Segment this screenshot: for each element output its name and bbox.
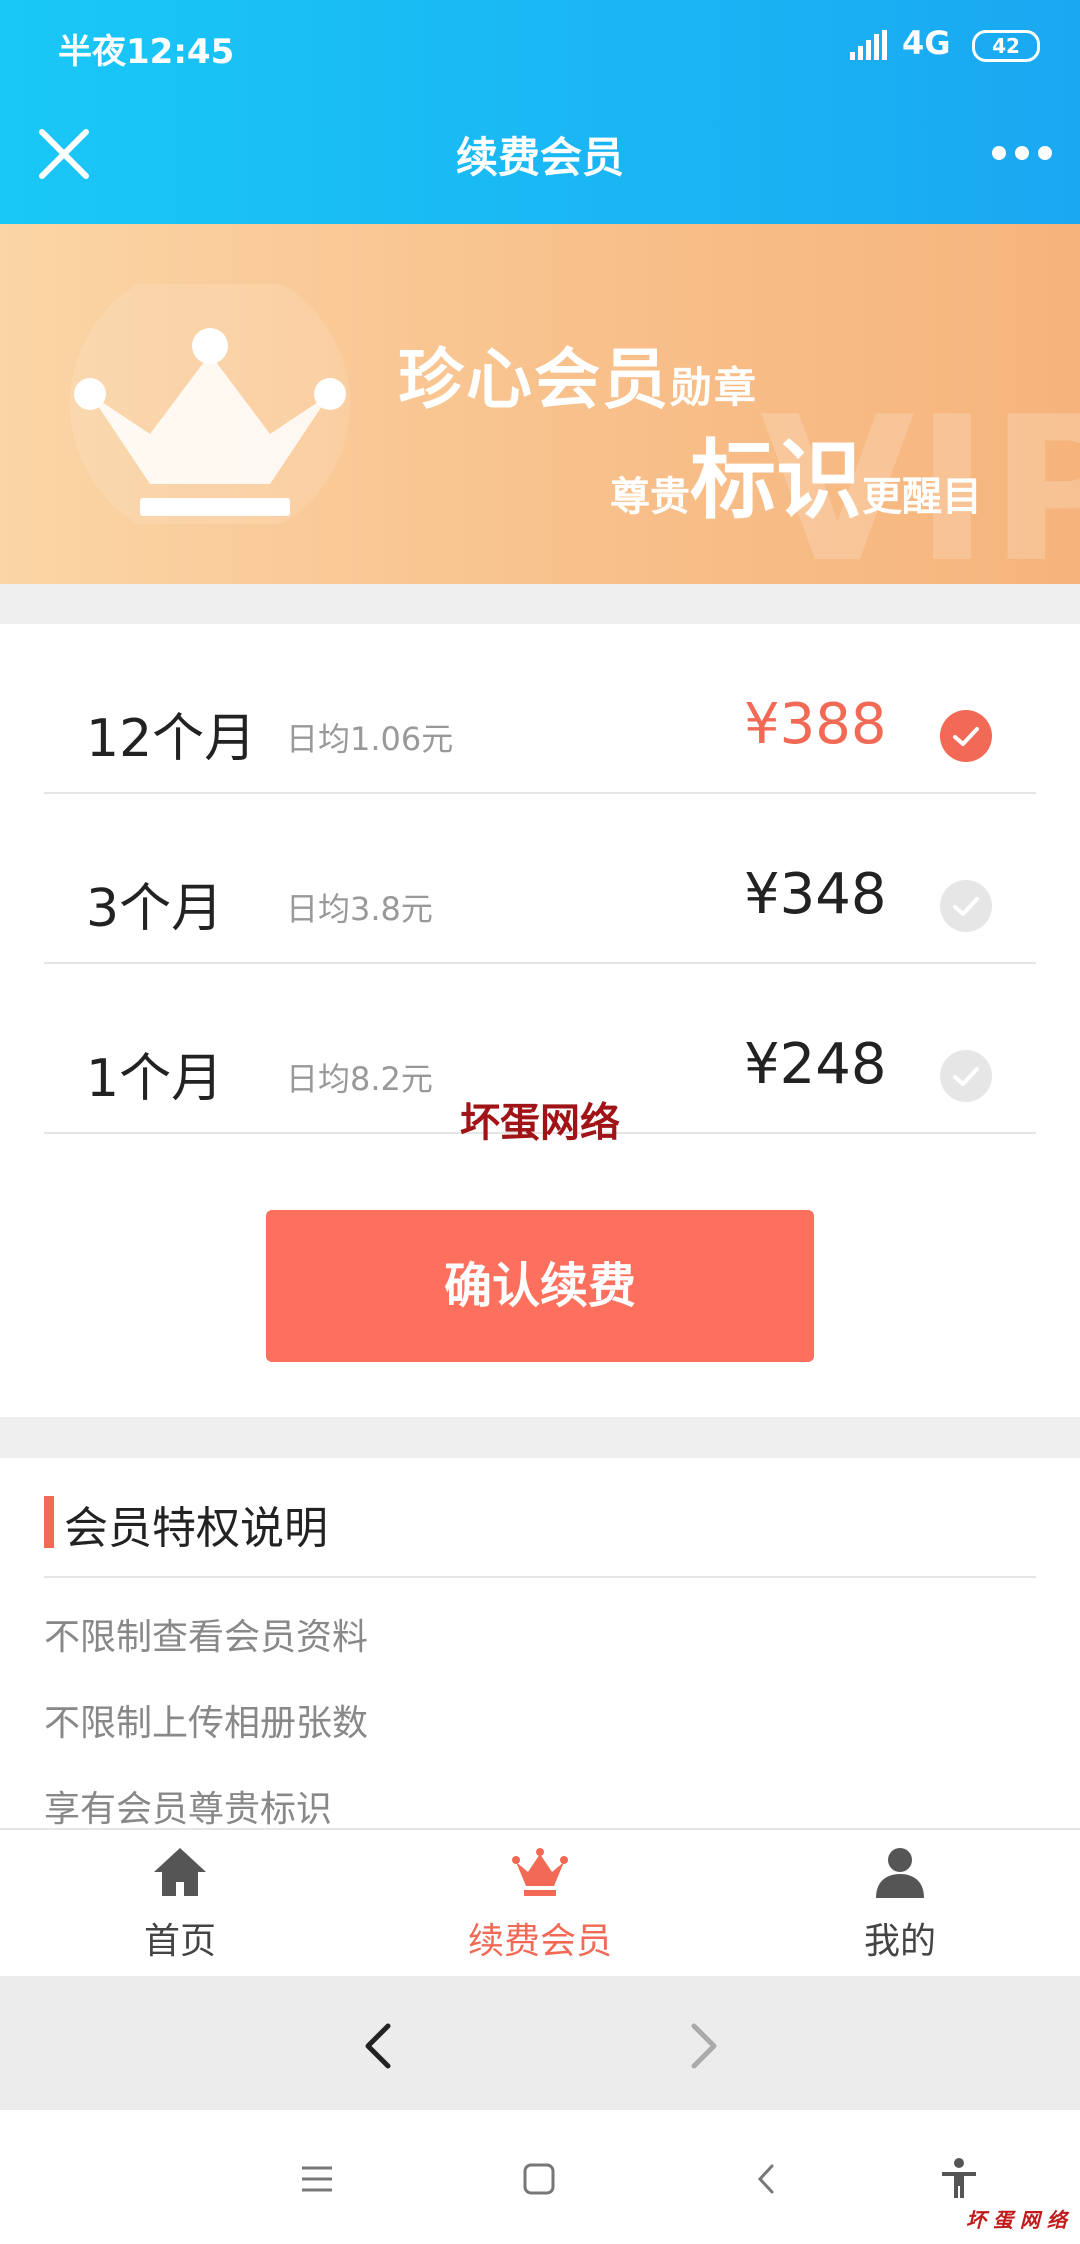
bottom-tab-bar: 首页 续费会员 我的 [0,1828,1080,1976]
home-icon [154,1848,206,1896]
plan-daily-price: 日均1.06元 [286,720,454,758]
banner-line2: 尊贵标识更醒目 [610,410,982,535]
accessibility-icon[interactable] [934,2154,984,2204]
footer-watermark: 坏 蛋 网 络 [966,2208,1067,2232]
tab-home[interactable]: 首页 [0,1830,360,1976]
privilege-item: 享有会员尊贵标识 [44,1789,333,1830]
app-header: 半夜12:45 4G 42 续费会员 [0,0,1080,224]
divider [44,1576,1036,1578]
privileges-heading: 会员特权说明 [64,1503,328,1554]
battery-level: 42 [992,34,1020,58]
check-icon[interactable] [940,880,992,932]
signal-icon [850,30,887,60]
back-arrow-icon[interactable] [350,2016,410,2076]
tab-renew[interactable]: 续费会员 [360,1830,720,1976]
plan-daily-price: 日均3.8元 [286,890,433,928]
plan-option-3[interactable]: 3个月 日均3.8元 ¥348 [44,794,1036,964]
plan-duration: 3个月 [86,879,224,939]
plan-duration: 12个月 [86,709,257,769]
vip-banner: VIP 珍心会员勋章 尊贵标识更醒目 [0,224,1080,584]
banner-line1-small: 勋章 [670,363,759,412]
forward-arrow-icon[interactable] [672,2016,732,2076]
system-nav-bar: 坏 蛋 网 络 [0,2110,1080,2244]
plan-price: ¥388 [744,692,887,757]
menu-icon[interactable] [292,2154,342,2204]
confirm-renew-button[interactable]: 确认续费 [266,1210,814,1362]
crown-icon [512,1848,568,1896]
battery-icon: 42 [972,30,1040,62]
banner-line1-main: 珍心会员 [398,341,670,418]
system-back-icon[interactable] [742,2154,792,2204]
privileges-section: 会员特权说明 不限制查看会员资料 不限制上传相册张数 享有会员尊贵标识 [0,1458,1080,1830]
watermark: 坏蛋网络 [460,1100,620,1146]
tab-label: 续费会员 [467,1921,612,1962]
banner-line2-pre: 尊贵 [610,474,690,520]
crown-icon [70,284,350,524]
tab-label: 我的 [863,1921,936,1962]
section-accent-bar [44,1496,54,1548]
more-icon[interactable] [990,138,1054,168]
home-square-icon[interactable] [514,2154,564,2204]
network-type: 4G [902,24,951,62]
page-title: 续费会员 [455,133,624,182]
banner-line1: 珍心会员勋章 [398,326,758,422]
status-time: 半夜12:45 [58,32,235,72]
browser-nav-bar [0,1976,1080,2110]
banner-line2-post: 更醒目 [862,474,982,520]
plan-price: ¥248 [744,1032,887,1097]
plan-price: ¥348 [744,862,887,927]
privilege-item: 不限制上传相册张数 [44,1703,369,1744]
plan-option-12[interactable]: 12个月 日均1.06元 ¥388 [44,624,1036,794]
status-bar: 半夜12:45 4G 42 [0,0,1080,92]
privilege-item: 不限制查看会员资料 [44,1617,369,1658]
check-icon[interactable] [940,710,992,762]
user-icon [876,1848,924,1898]
tab-mine[interactable]: 我的 [720,1830,1080,1976]
banner-line2-big: 标识 [690,431,862,531]
tab-label: 首页 [143,1921,216,1962]
